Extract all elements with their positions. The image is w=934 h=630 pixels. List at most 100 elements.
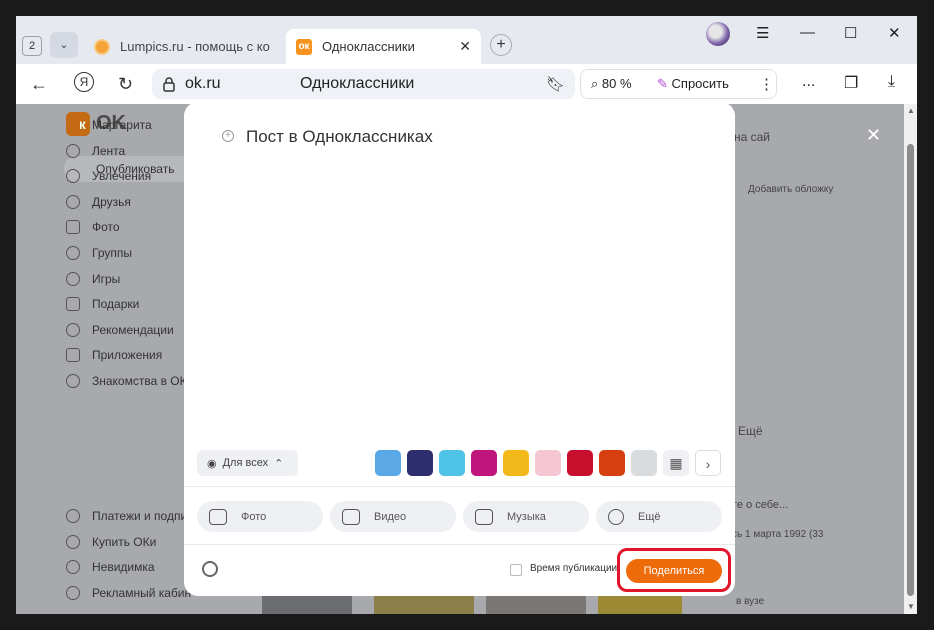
eye-icon: ◉ bbox=[207, 457, 217, 470]
all-backgrounds-icon[interactable]: ▦ bbox=[663, 450, 689, 476]
zoom-button[interactable]: ⌕ 80 % bbox=[591, 76, 632, 92]
dating-icon bbox=[66, 374, 80, 388]
payments-icon bbox=[66, 509, 80, 523]
profile-avatar[interactable] bbox=[706, 22, 730, 46]
share-button[interactable]: Поделиться bbox=[626, 559, 722, 583]
attach-label: Музыка bbox=[507, 510, 546, 523]
attach-music-button[interactable]: Музыка bbox=[463, 501, 589, 532]
attach-video-button[interactable]: Видео bbox=[330, 501, 456, 532]
sidebar-item-label: Знакомства в ОК bbox=[92, 374, 187, 388]
minimize-icon[interactable]: — bbox=[800, 24, 815, 41]
scroll-thumb[interactable] bbox=[907, 144, 914, 596]
tabs-dropdown-button[interactable]: ⌄ bbox=[50, 32, 78, 58]
photo-icon bbox=[66, 220, 80, 235]
sidebar-item[interactable]: Маргарита bbox=[66, 118, 152, 132]
post-modal: + Пост в Одноклассниках ◉ Для всех ⌃ ▦ ›… bbox=[184, 102, 735, 596]
page-scrollbar[interactable]: ▲ ▼ bbox=[904, 104, 917, 614]
publish-time-label: Время публикации bbox=[530, 563, 618, 574]
close-modal-icon[interactable]: ✕ bbox=[866, 125, 881, 146]
toolbar: ← Я ↻ ok.ru Одноклассники 🔖︎ ⌕ 80 % ✎ Сп… bbox=[16, 64, 917, 104]
background-swatch[interactable] bbox=[471, 450, 497, 476]
back-icon[interactable]: ← bbox=[30, 74, 48, 95]
sidebar-item[interactable]: Купить ОКи bbox=[66, 534, 157, 549]
sidebar-item-label: Купить ОКи bbox=[92, 534, 157, 549]
tab-title: Lumpics.ru - помощь с ком bbox=[120, 39, 270, 54]
tab-title: Одноклассники bbox=[322, 39, 415, 54]
scroll-up-icon[interactable]: ▲ bbox=[907, 106, 915, 115]
extensions-icon[interactable]: ❐ bbox=[844, 73, 858, 93]
reload-icon[interactable]: ↻ bbox=[118, 74, 133, 95]
sidebar-item[interactable]: Приложения bbox=[66, 348, 162, 363]
attach-camera-button[interactable]: Фото bbox=[197, 501, 323, 532]
menu-icon[interactable]: ☰ bbox=[756, 24, 769, 42]
sidebar-item-label: Маргарита bbox=[92, 118, 152, 132]
more-icon bbox=[608, 508, 624, 525]
ai-icon: ✎ bbox=[657, 76, 672, 91]
background-swatch[interactable] bbox=[439, 450, 465, 476]
friends-icon bbox=[66, 194, 80, 209]
background-swatch[interactable] bbox=[535, 450, 561, 476]
about-input[interactable]: те о себе... bbox=[732, 499, 788, 511]
settings-gear-icon[interactable] bbox=[202, 561, 218, 577]
sidebar-item[interactable]: Платежи и подпис bbox=[66, 509, 193, 523]
post-title-input[interactable]: Пост в Одноклассниках bbox=[246, 127, 433, 147]
camera-icon bbox=[209, 508, 227, 525]
sidebar-item[interactable]: Рекомендации bbox=[66, 322, 174, 337]
scroll-down-icon[interactable]: ▼ bbox=[907, 602, 915, 611]
sidebar-item[interactable]: Невидимка bbox=[66, 560, 155, 575]
tab-lumpics[interactable]: Lumpics.ru - помощь с ком bbox=[88, 29, 278, 64]
ask-label: Спросить bbox=[671, 76, 729, 91]
sidebar-item[interactable]: Группы bbox=[66, 246, 132, 260]
sidebar-item[interactable]: Фото bbox=[66, 220, 120, 235]
study-text: в вузе bbox=[736, 596, 765, 607]
background-swatch[interactable] bbox=[567, 450, 593, 476]
more-button[interactable]: Ещё bbox=[738, 424, 763, 438]
attach-label: Ещё bbox=[638, 510, 661, 523]
sidebar-item[interactable]: Друзья bbox=[66, 194, 131, 209]
yandex-icon[interactable]: Я bbox=[74, 72, 94, 92]
close-window-icon[interactable]: ✕ bbox=[888, 24, 901, 42]
tab-odnoklassniki[interactable]: ок Одноклассники ✕ bbox=[286, 29, 481, 64]
apps-icon bbox=[66, 348, 80, 363]
ok-favicon-icon: ок bbox=[296, 38, 312, 55]
more-vert-icon[interactable]: ⋮ bbox=[759, 75, 774, 93]
sidebar-item-label: Игры bbox=[92, 271, 121, 286]
maximize-icon[interactable]: ☐ bbox=[844, 24, 857, 42]
sidebar-item-label: Группы bbox=[92, 246, 132, 260]
sidebar-item-label: Рекламный кабин bbox=[92, 585, 192, 600]
tab-close-icon[interactable]: ✕ bbox=[459, 38, 471, 55]
new-tab-button[interactable]: + bbox=[490, 34, 512, 56]
search-input[interactable]: на сай bbox=[734, 130, 770, 144]
ask-button[interactable]: ✎ Спросить bbox=[657, 76, 729, 92]
sidebar-item[interactable]: Знакомства в ОК bbox=[66, 374, 187, 388]
publish-time-checkbox[interactable] bbox=[510, 564, 522, 576]
sidebar-item[interactable]: Рекламный кабин bbox=[66, 585, 192, 600]
background-swatch[interactable] bbox=[631, 450, 657, 476]
sidebar-item-label: Увлечения bbox=[92, 169, 152, 184]
sidebar-item[interactable]: Игры bbox=[66, 271, 121, 286]
sidebar-item-label: Фото bbox=[92, 220, 120, 235]
address-bar[interactable]: ok.ru Одноклассники 🔖︎ bbox=[152, 69, 575, 99]
attach-label: Видео bbox=[374, 510, 407, 523]
visibility-dropdown[interactable]: ◉ Для всех ⌃ bbox=[197, 450, 298, 476]
add-block-icon[interactable]: + bbox=[222, 130, 234, 142]
zoom-ask-group: ⌕ 80 % ✎ Спросить ⋮ bbox=[580, 69, 777, 99]
attach-more-button[interactable]: Ещё bbox=[596, 501, 722, 532]
background-swatch[interactable] bbox=[599, 450, 625, 476]
tab-count-button[interactable]: 2 bbox=[22, 36, 42, 56]
add-cover-button[interactable]: Добавить обложку bbox=[748, 184, 833, 195]
next-backgrounds-icon[interactable]: › bbox=[695, 450, 721, 476]
sidebar-item[interactable]: Подарки bbox=[66, 297, 139, 312]
bookmark-icon[interactable]: 🔖︎ bbox=[546, 75, 565, 93]
more-menu-button[interactable]: ... bbox=[802, 73, 815, 91]
background-swatch[interactable] bbox=[375, 450, 401, 476]
sidebar-item[interactable]: Лента bbox=[66, 143, 125, 158]
lock-icon bbox=[163, 77, 175, 92]
sidebar-item[interactable]: Увлечения bbox=[66, 169, 152, 184]
background-swatch[interactable] bbox=[503, 450, 529, 476]
background-swatch[interactable] bbox=[407, 450, 433, 476]
invisible-icon bbox=[66, 560, 80, 575]
downloads-icon[interactable]: ⤓ bbox=[888, 73, 895, 91]
share-highlight: Поделиться bbox=[617, 548, 731, 592]
feed-icon bbox=[66, 143, 80, 158]
